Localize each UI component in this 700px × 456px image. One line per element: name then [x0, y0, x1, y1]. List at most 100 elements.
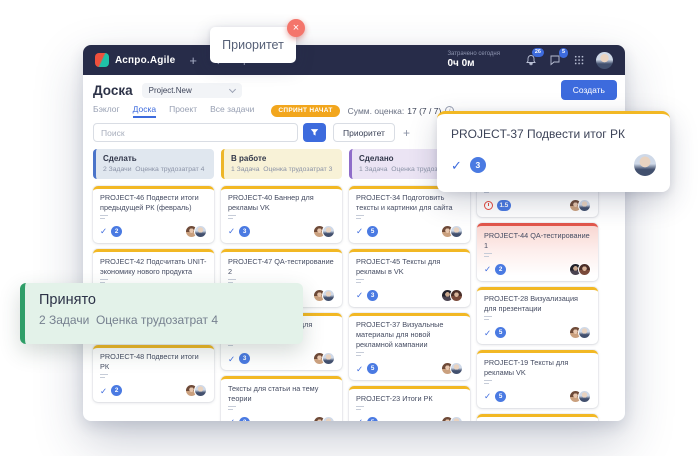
task-card[interactable]: PROJECT-46 Подвести итоги предыдущей РК …	[93, 186, 214, 244]
task-card[interactable]: Тексты для статьи на тему теории✓3	[221, 376, 342, 421]
funnel-icon	[310, 128, 319, 137]
task-card-title: PROJECT-45 Тексты для рекламы в VK	[356, 257, 463, 277]
tab-board[interactable]: Доска	[133, 104, 156, 118]
apps-grid-icon[interactable]	[574, 55, 584, 65]
time-tracker-label: Затрачено сегодня	[447, 51, 500, 57]
add-icon[interactable]: +	[189, 54, 197, 67]
priority-tooltip-text: Приоритет	[222, 38, 284, 52]
estimate-badge: 1.5	[497, 200, 511, 211]
avatar-group	[445, 289, 463, 302]
avatar-man	[450, 225, 463, 238]
task-card-title: PROJECT-48 Подвести итоги РК	[100, 352, 207, 372]
description-icon	[356, 352, 364, 358]
time-tracker-value: 0ч 0м	[447, 58, 500, 69]
task-popup-meta: ✓ 3	[451, 154, 656, 176]
check-icon: ✓	[228, 227, 235, 236]
board-column: Сделать2 Задачи Оценка трудозатрат 4 PROJ…	[93, 149, 214, 408]
task-card-meta: ✓3	[228, 225, 335, 238]
estimate-badge: 2	[111, 385, 122, 396]
messages-button[interactable]: 5	[549, 54, 561, 66]
column-title: Сделать	[103, 154, 207, 163]
task-card-meta: ✓5	[484, 326, 591, 339]
check-icon: ✓	[484, 265, 491, 274]
check-icon: ✓	[484, 392, 491, 401]
check-icon: ✓	[451, 159, 462, 172]
filter-button[interactable]	[303, 123, 326, 142]
task-card-meta: 1.5	[484, 199, 591, 212]
check-icon: ✓	[228, 355, 235, 364]
column-header[interactable]: В работе1 Задача Оценка трудозатрат 3	[221, 149, 342, 179]
task-card-meta: ✓2	[100, 384, 207, 397]
check-icon: ✓	[356, 227, 363, 236]
check-icon: ✓	[228, 418, 235, 421]
task-card[interactable]: PROJECT-37 Визуальные материалы для ново…	[349, 313, 470, 381]
task-card[interactable]: PROJECT-34 Подготовить тексты и картинки…	[349, 186, 470, 244]
task-card-title: Тексты для статьи на тему теории	[228, 384, 335, 404]
tab-backlog[interactable]: Бэклог	[93, 104, 120, 118]
task-card[interactable]: PROJECT-44 QA-тестирование 1✓2	[477, 223, 598, 281]
estimate-badge: 3	[470, 157, 486, 173]
app-logo-icon	[95, 53, 109, 67]
task-popup[interactable]: PROJECT-37 Подвести итог РК ✓ 3	[437, 111, 670, 192]
task-card[interactable]: PROJECT-19 Тексты для рекламы VK✓5	[477, 350, 598, 408]
estimate-badge: 5	[367, 363, 378, 374]
estimate-badge: 5	[495, 327, 506, 338]
board-toolbar: Доска Project.New Создать	[83, 75, 625, 103]
task-card[interactable]: PROJECT-23 Итоги РК✓5	[349, 386, 470, 421]
priority-tooltip: Приоритет ×	[210, 27, 296, 63]
avatar-man	[322, 352, 335, 365]
overdue-clock-icon	[484, 201, 493, 210]
task-card[interactable]: PROJECT-45 Тексты для рекламы в VK✓3	[349, 249, 470, 307]
project-select-value: Project.New	[149, 86, 192, 95]
time-tracker: Затрачено сегодня 0ч 0м	[447, 51, 500, 69]
description-icon	[484, 316, 492, 322]
search-input[interactable]	[93, 123, 298, 142]
chevron-down-icon	[229, 85, 236, 92]
task-card[interactable]: PROJECT-40 Баннер для рекламы VK✓3	[221, 186, 342, 244]
avatar-group	[445, 416, 463, 421]
avatar-man	[578, 326, 591, 339]
description-icon	[484, 253, 492, 259]
task-card-title: PROJECT-42 Подсчитать UNIT-экономику нов…	[100, 257, 207, 277]
close-icon[interactable]: ×	[287, 19, 305, 37]
avatar-man	[322, 225, 335, 238]
accepted-meta: 2 Задачи Оценка трудозатрат 4	[39, 313, 289, 327]
avatar-group	[445, 225, 463, 238]
task-card[interactable]: PROJECT-48 Подвести итоги РК✓2	[93, 345, 214, 403]
page: Аспро.Agile + Спринты Затрачено сегодня …	[0, 0, 700, 456]
avatar-group	[317, 352, 335, 365]
task-card[interactable]: PROJECT-16 Подвести итоги РК	[477, 414, 598, 421]
check-icon: ✓	[100, 227, 107, 236]
create-button[interactable]: Создать	[561, 80, 617, 100]
check-icon: ✓	[100, 387, 107, 396]
avatar-man	[634, 154, 656, 176]
app-name: Аспро.Agile	[115, 55, 175, 66]
add-filter-icon[interactable]: +	[403, 126, 410, 140]
notification-badge: 26	[532, 48, 544, 58]
check-icon: ✓	[356, 291, 363, 300]
notifications-button[interactable]: 26	[525, 54, 537, 67]
accepted-column-popup: Принято 2 Задачи Оценка трудозатрат 4	[20, 283, 303, 344]
priority-filter-chip[interactable]: Приоритет	[333, 123, 395, 142]
user-avatar[interactable]	[596, 52, 613, 69]
project-select[interactable]: Project.New	[142, 83, 242, 98]
tab-project[interactable]: Проект	[169, 104, 197, 118]
description-icon	[356, 279, 364, 285]
accepted-title: Принято	[39, 292, 289, 308]
chat-badge: 5	[559, 48, 568, 58]
task-card-title: PROJECT-37 Визуальные материалы для ново…	[356, 320, 463, 350]
tab-all-tasks[interactable]: Все задачи	[210, 104, 254, 118]
task-card[interactable]: PROJECT-28 Визуализация для презентации✓…	[477, 287, 598, 345]
check-icon: ✓	[356, 418, 363, 421]
column-header[interactable]: Сделать2 Задачи Оценка трудозатрат 4	[93, 149, 214, 179]
task-card-meta: ✓2	[100, 225, 207, 238]
task-card-meta: ✓5	[356, 362, 463, 375]
avatar-man	[450, 416, 463, 421]
column-meta: 1 Задача Оценка трудозатрат 3	[231, 166, 335, 173]
task-card-title: PROJECT-23 Итоги РК	[356, 394, 463, 404]
avatar-group	[573, 263, 591, 276]
avatar-man	[194, 384, 207, 397]
avatar-man	[578, 390, 591, 403]
app-window: Аспро.Agile + Спринты Затрачено сегодня …	[83, 45, 625, 421]
avatar-man	[450, 362, 463, 375]
